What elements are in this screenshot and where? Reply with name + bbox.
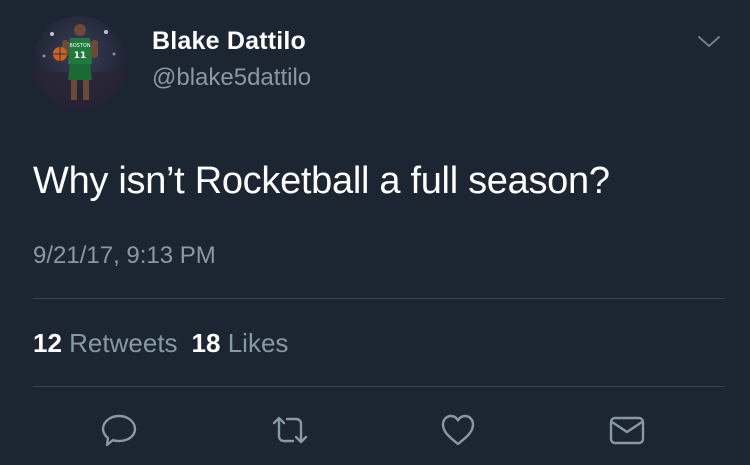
display-name[interactable]: Blake Dattilo bbox=[152, 27, 306, 56]
tweet-stats: 12 Retweets 18 Likes bbox=[33, 328, 288, 359]
envelope-icon[interactable] bbox=[607, 410, 647, 450]
retweets-count: 12 bbox=[33, 328, 62, 358]
tweet-timestamp[interactable]: 9/21/17, 9:13 PM bbox=[33, 242, 216, 270]
likes-label: Likes bbox=[227, 328, 289, 358]
retweets-stat[interactable]: 12 Retweets bbox=[33, 328, 178, 358]
divider bbox=[33, 298, 725, 299]
user-handle[interactable]: @blake5dattilo bbox=[152, 64, 311, 92]
tweet-text: Why isn’t Rocketball a full season? bbox=[33, 160, 610, 202]
chevron-down-icon[interactable] bbox=[694, 30, 724, 52]
likes-count: 18 bbox=[191, 328, 221, 358]
retweet-icon[interactable] bbox=[268, 410, 308, 450]
jersey-text: BOSTON bbox=[69, 43, 90, 49]
jersey-number: 11 bbox=[74, 51, 87, 61]
retweets-label: Retweets bbox=[69, 328, 178, 358]
avatar-image: BOSTON 11 bbox=[32, 24, 126, 110]
heart-icon[interactable] bbox=[438, 410, 478, 450]
reply-icon[interactable] bbox=[99, 410, 139, 450]
divider bbox=[33, 386, 725, 387]
likes-stat[interactable]: 18 Likes bbox=[192, 328, 289, 358]
avatar[interactable]: BOSTON 11 bbox=[32, 16, 126, 110]
